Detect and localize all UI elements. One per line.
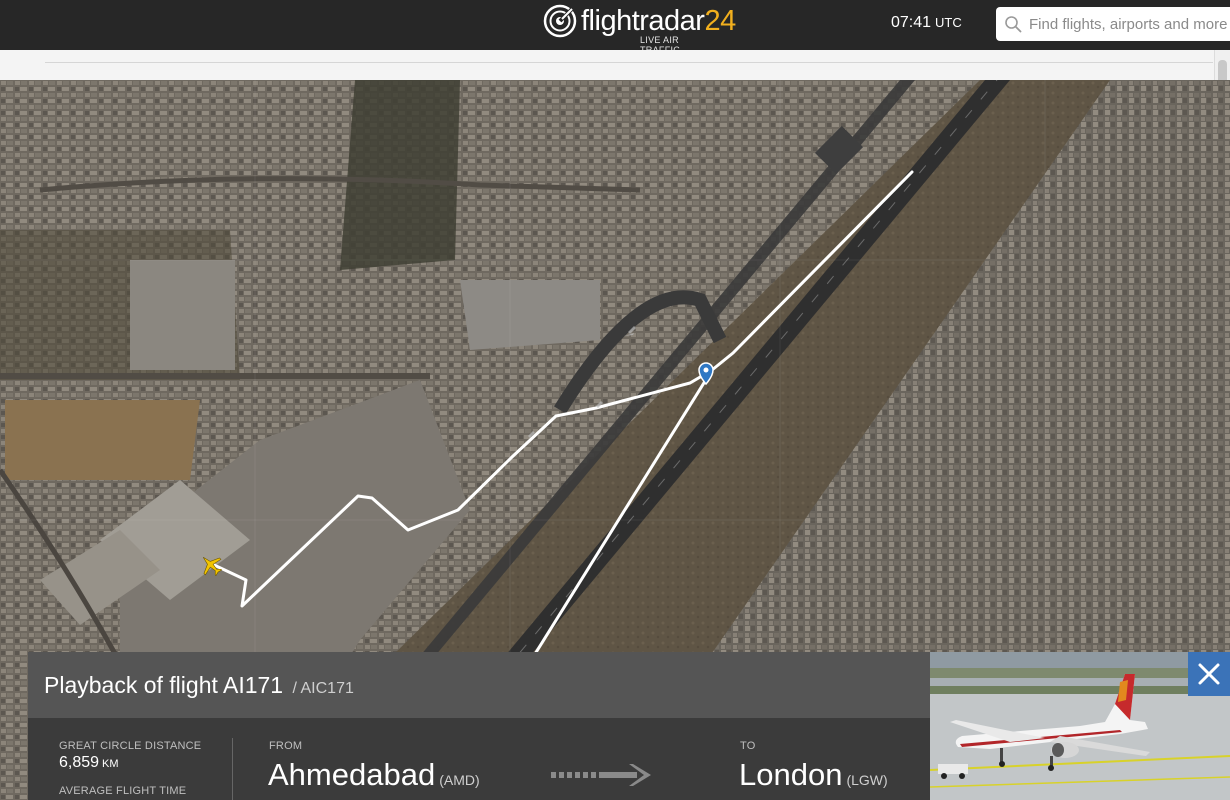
utc-clock: 07:41 UTC [891, 13, 962, 33]
panel-header: Playback of flight AI171 / AIC171 [28, 652, 930, 718]
aircraft-photo [930, 652, 1230, 800]
sandy-lot [5, 400, 200, 480]
flightradar24-logo[interactable]: flightradar24 LIVE AIR TRAFFIC [543, 3, 736, 55]
panel-divider [232, 738, 233, 800]
vegetation-patch [340, 80, 460, 270]
great-circle-distance-value: 6,859 KM [59, 754, 119, 771]
clock-zone: UTC [935, 15, 962, 30]
close-button[interactable] [1188, 652, 1230, 696]
average-flight-time-label: AVERAGE FLIGHT TIME [59, 785, 187, 797]
search-input[interactable] [1029, 13, 1230, 35]
divider [45, 62, 1213, 63]
parking-lot [130, 260, 235, 370]
close-icon [1198, 663, 1220, 685]
origin-airport[interactable]: Ahmedabad (AMD) [268, 758, 480, 797]
playback-callsign: / AIC171 [292, 680, 354, 697]
flight-playback-panel: Playback of flight AI171 / AIC171 GREAT … [28, 652, 930, 800]
hangar-roof [460, 280, 600, 350]
route-arrow-icon [551, 764, 651, 786]
search-icon [1005, 16, 1022, 33]
clock-time: 07:41 [891, 14, 932, 31]
flightradar-logo-icon [543, 4, 577, 38]
logo-wordmark: flightradar24 [581, 5, 736, 37]
great-circle-distance-label: GREAT CIRCLE DISTANCE [59, 740, 202, 752]
to-label: TO [740, 740, 756, 752]
destination-airport[interactable]: London (LGW) [739, 758, 888, 797]
aircraft-photo-image [930, 652, 1230, 800]
from-label: FROM [269, 740, 303, 752]
sub-header-strip [0, 50, 1214, 80]
playback-title-text: Playback of flight AI171 [44, 672, 284, 698]
playback-title: Playback of flight AI171 / AIC171 [44, 672, 354, 702]
top-navigation-bar: flightradar24 LIVE AIR TRAFFIC 07:41UTC [0, 0, 1230, 55]
search-box[interactable] [996, 7, 1230, 41]
